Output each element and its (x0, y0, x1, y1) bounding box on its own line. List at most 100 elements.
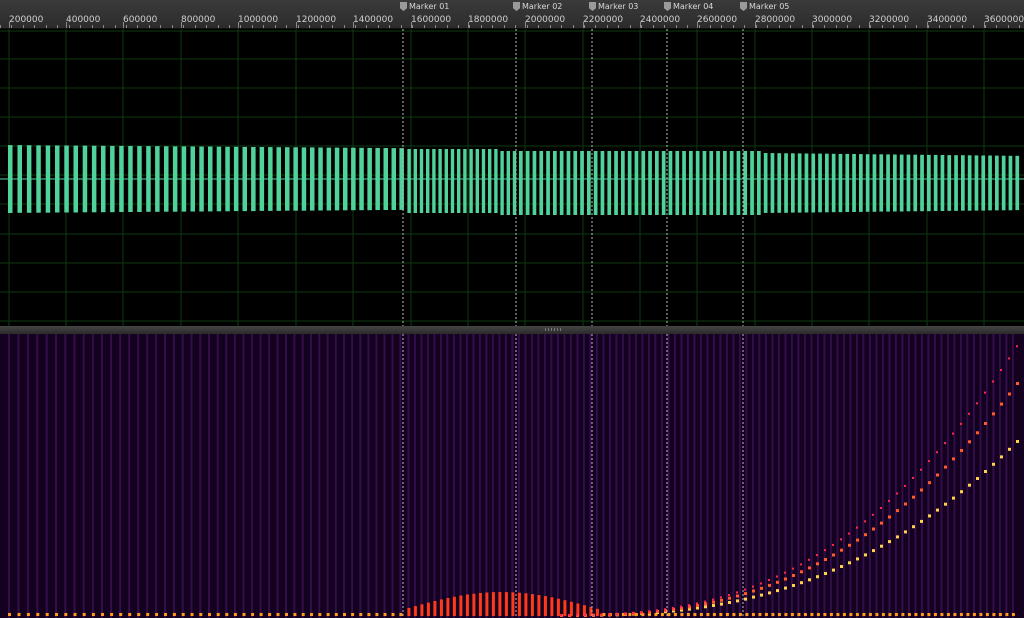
spectrum-column (771, 334, 774, 618)
harmonic-point (832, 568, 835, 572)
spectrum-column (693, 334, 696, 618)
low-frequency-energy (472, 593, 476, 616)
low-frequency-energy (849, 613, 853, 616)
ruler-minor-tick (526, 25, 528, 28)
spectrum-column (45, 334, 48, 618)
spectrum-column (504, 334, 507, 618)
splitter-grip-icon[interactable] (545, 328, 563, 331)
low-frequency-energy (1005, 613, 1009, 616)
low-frequency-energy (790, 613, 794, 616)
spectrum-column (888, 334, 891, 618)
harmonic-point (856, 538, 859, 542)
ruler-tick-label: 2800000 (755, 15, 796, 25)
low-frequency-energy (966, 613, 970, 616)
marker-3[interactable]: Marker 03 (589, 1, 638, 12)
spectrum-column (146, 334, 149, 618)
harmonic-point (1016, 345, 1018, 348)
waveform-burst (729, 151, 734, 215)
marker-5[interactable]: Marker 05 (740, 1, 789, 12)
harmonic-point (560, 614, 562, 616)
spectrum-column (426, 334, 429, 618)
panel-splitter[interactable] (0, 326, 1024, 334)
harmonic-point (712, 598, 714, 601)
ruler-minor-tick (148, 25, 150, 28)
ruler-minor-tick (332, 25, 333, 28)
low-frequency-energy (979, 613, 983, 616)
ruler-minor-tick (881, 25, 883, 28)
low-frequency-energy (119, 613, 123, 616)
spectrum-column (686, 334, 689, 618)
harmonic-point (768, 579, 770, 582)
low-frequency-energy (543, 596, 547, 616)
harmonic-point (736, 594, 739, 598)
marker-2[interactable]: Marker 02 (513, 1, 562, 12)
spectrum-column (979, 334, 982, 618)
low-frequency-energy (8, 613, 11, 616)
low-frequency-energy (491, 592, 495, 616)
waveform-burst (463, 149, 467, 213)
harmonic-point (968, 412, 970, 415)
spectrum-column (875, 334, 878, 618)
harmonic-point (792, 574, 795, 577)
low-frequency-energy (842, 613, 846, 616)
spectrum-column (868, 334, 871, 618)
ruler-minor-tick (893, 25, 895, 28)
spectrogram-view[interactable] (0, 334, 1024, 618)
ruler-minor-tick (503, 25, 505, 28)
ruler-minor-tick (91, 25, 93, 28)
harmonic-point (792, 584, 795, 587)
low-frequency-energy (413, 606, 417, 616)
harmonic-point (584, 613, 586, 616)
ruler-tick (238, 22, 239, 28)
spectrum-column (511, 334, 514, 618)
ruler-tick-label: 200000 (9, 15, 44, 25)
spectrum-column (595, 334, 598, 618)
waveform-burst (933, 154, 938, 211)
spectrum-column (119, 334, 122, 618)
spectrum-column (55, 334, 57, 618)
spectrum-column (491, 334, 494, 618)
spectrum-column (777, 334, 780, 618)
spectrum-column (367, 334, 370, 618)
waveform-view[interactable] (0, 29, 1024, 326)
waveform-burst (661, 151, 666, 215)
harmonic-point (880, 544, 883, 548)
spectrum-column (946, 334, 949, 618)
spectrum-column (276, 334, 279, 618)
ruler-tick-label: 2000000 (525, 15, 566, 25)
harmonic-point (880, 521, 883, 525)
low-frequency-energy (259, 613, 263, 616)
spectrum-column (530, 334, 533, 618)
spectrum-column (485, 334, 488, 618)
harmonic-point (888, 540, 891, 544)
waveform-burst (1001, 155, 1006, 211)
low-frequency-energy (459, 595, 463, 616)
spectrum-column (972, 334, 975, 618)
low-frequency-energy (699, 613, 703, 616)
spectrum-column (459, 334, 462, 618)
harmonic-point (1016, 382, 1019, 385)
waveform-burst (825, 153, 829, 213)
marker-4[interactable]: Marker 04 (664, 1, 713, 12)
spectrum-column (391, 334, 394, 618)
ruler-minor-tick (297, 25, 299, 28)
waveform-burst (886, 154, 890, 212)
waveform-burst (702, 151, 707, 215)
low-frequency-energy (953, 613, 957, 616)
timeline-ruler[interactable]: 200000 400000 600000 800000 1000000 1200000 14… (0, 0, 1024, 29)
waveform-burst (818, 153, 822, 213)
ruler-minor-tick (22, 25, 24, 28)
marker-1[interactable]: Marker 01 (400, 1, 449, 12)
low-frequency-energy (55, 613, 58, 616)
harmonic-point (624, 612, 626, 615)
harmonic-point (632, 611, 634, 614)
ruler-minor-tick (11, 25, 13, 28)
low-frequency-energy (758, 613, 762, 616)
low-frequency-energy (334, 613, 338, 616)
spectrum-column (914, 334, 917, 618)
spectrum-column (285, 334, 287, 618)
waveform-burst (913, 154, 918, 212)
ruler-minor-tick (629, 25, 631, 28)
low-frequency-energy (940, 613, 944, 616)
harmonic-point (704, 602, 707, 606)
